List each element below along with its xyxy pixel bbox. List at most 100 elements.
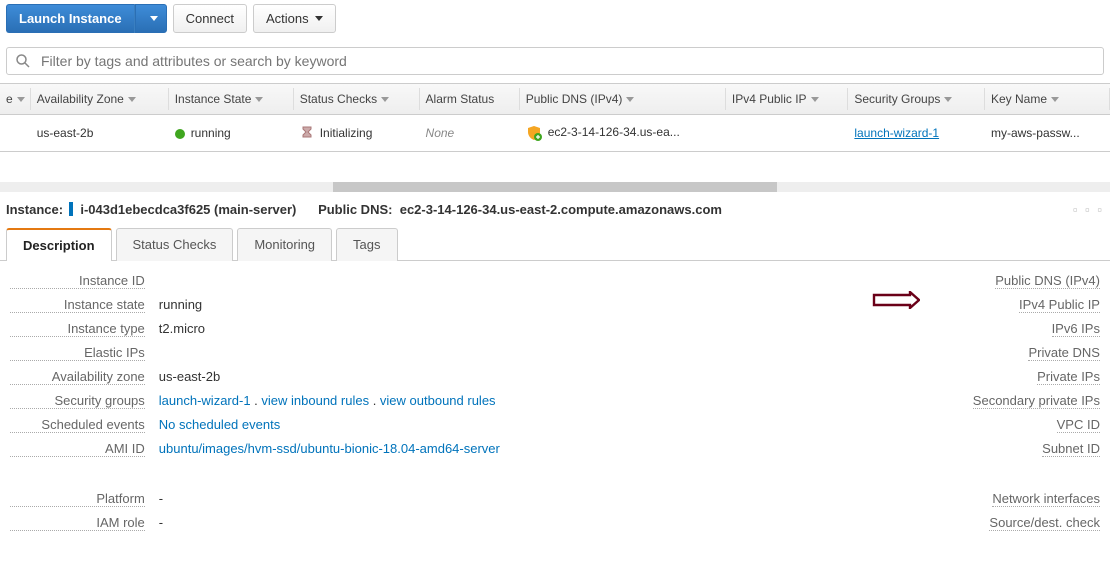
sort-icon bbox=[626, 97, 634, 102]
horizontal-scrollbar[interactable] bbox=[0, 182, 1110, 192]
label-platform: Platform bbox=[10, 491, 145, 507]
tab-status-checks[interactable]: Status Checks bbox=[116, 228, 234, 261]
cell-az: us-east-2b bbox=[31, 115, 169, 152]
cell-status: Initializing bbox=[294, 115, 420, 152]
sort-icon bbox=[17, 97, 25, 102]
cell-text: Initializing bbox=[320, 126, 373, 140]
col-label: Public DNS (IPv4) bbox=[526, 92, 623, 106]
tab-description[interactable]: Description bbox=[6, 228, 112, 261]
connect-button[interactable]: Connect bbox=[173, 4, 247, 33]
col-key-name[interactable]: Key Name bbox=[985, 84, 1110, 115]
cell-ip bbox=[726, 115, 849, 152]
sort-icon bbox=[381, 97, 389, 102]
col-security-groups[interactable]: Security Groups bbox=[848, 84, 985, 115]
actions-label: Actions bbox=[266, 11, 309, 26]
col-partial[interactable]: e bbox=[0, 84, 31, 115]
table-row[interactable]: us-east-2b running Initializing None ec2… bbox=[0, 115, 1110, 152]
label-vpc-id: VPC ID bbox=[1057, 417, 1100, 433]
public-dns-label: Public DNS: bbox=[318, 202, 392, 217]
value-elastic-ips bbox=[159, 345, 532, 361]
col-label: Alarm Status bbox=[426, 92, 495, 106]
sort-icon bbox=[811, 97, 819, 102]
col-instance-state[interactable]: Instance State bbox=[169, 84, 294, 115]
cell-text: None bbox=[426, 126, 455, 140]
col-ipv4-public-ip[interactable]: IPv4 Public IP bbox=[726, 84, 849, 115]
public-dns-value: ec2-3-14-126-34.us-east-2.compute.amazon… bbox=[400, 202, 722, 217]
hourglass-icon bbox=[300, 126, 314, 140]
toolbar: Launch Instance Connect Actions bbox=[0, 0, 1110, 37]
detail-header: Instance: i-043d1ebecdca3f625 (main-serv… bbox=[0, 192, 1110, 227]
col-label: Status Checks bbox=[300, 92, 377, 106]
left-column: Instance ID Instance staterunning Instan… bbox=[10, 273, 531, 531]
value-scheduled-events[interactable]: No scheduled events bbox=[159, 417, 532, 433]
filter-search-bar[interactable] bbox=[6, 47, 1104, 75]
launch-instance-split: Launch Instance bbox=[6, 4, 167, 33]
sort-icon bbox=[128, 97, 136, 102]
selection-indicator-icon bbox=[69, 202, 73, 216]
cell-key: my-aws-passw... bbox=[985, 115, 1110, 152]
col-label: Instance State bbox=[175, 92, 252, 106]
description-panel: Instance ID Instance staterunning Instan… bbox=[0, 261, 1110, 543]
value-instance-type: t2.micro bbox=[159, 321, 532, 337]
label-ipv6-ips: IPv6 IPs bbox=[1052, 321, 1100, 337]
label-scheduled-events: Scheduled events bbox=[10, 417, 145, 433]
sort-icon bbox=[255, 97, 263, 102]
value-instance-state: running bbox=[159, 297, 532, 313]
instance-table: e Availability Zone Instance State Statu… bbox=[0, 84, 1110, 151]
cell-dns: ec2-3-14-126-34.us-ea... bbox=[520, 115, 726, 152]
security-group-link[interactable]: launch-wizard-1 bbox=[159, 393, 251, 408]
col-alarm-status[interactable]: Alarm Status bbox=[420, 84, 520, 115]
value-instance-id bbox=[159, 273, 532, 289]
label-ipv4-public-ip: IPv4 Public IP bbox=[1019, 297, 1100, 313]
launch-label: Launch Instance bbox=[19, 11, 122, 26]
label-network-interfaces: Network interfaces bbox=[992, 491, 1100, 507]
resize-grip-icon[interactable]: ▫ ▫ ▫ bbox=[1073, 202, 1104, 217]
cell-text: running bbox=[191, 126, 231, 140]
chevron-down-icon bbox=[315, 16, 323, 21]
value-platform: - bbox=[159, 491, 532, 507]
label-ami-id: AMI ID bbox=[10, 441, 145, 457]
col-label: e bbox=[6, 92, 13, 106]
launch-instance-button[interactable]: Launch Instance bbox=[6, 4, 135, 33]
col-public-dns[interactable]: Public DNS (IPv4) bbox=[520, 84, 726, 115]
value-iam-role: - bbox=[159, 515, 532, 531]
col-status-checks[interactable]: Status Checks bbox=[294, 84, 420, 115]
view-outbound-rules-link[interactable]: view outbound rules bbox=[380, 393, 496, 408]
cell-sg: launch-wizard-1 bbox=[848, 115, 985, 152]
value-ami-id[interactable]: ubuntu/images/hvm-ssd/ubuntu-bionic-18.0… bbox=[159, 441, 532, 457]
view-inbound-rules-link[interactable]: view inbound rules bbox=[261, 393, 369, 408]
col-label: IPv4 Public IP bbox=[732, 92, 807, 106]
cell-text: ec2-3-14-126-34.us-ea... bbox=[548, 125, 680, 139]
label-instance-state: Instance state bbox=[10, 297, 145, 313]
sort-icon bbox=[1051, 97, 1059, 102]
actions-button[interactable]: Actions bbox=[253, 4, 336, 33]
launch-instance-dropdown[interactable] bbox=[135, 4, 167, 33]
cell-text: my-aws-passw... bbox=[991, 126, 1080, 140]
cell-text: us-east-2b bbox=[37, 126, 94, 140]
scrollbar-thumb[interactable] bbox=[333, 182, 777, 192]
tab-label: Tags bbox=[353, 237, 380, 252]
label-instance-id: Instance ID bbox=[10, 273, 145, 289]
search-input[interactable] bbox=[39, 52, 1095, 70]
label-elastic-ips: Elastic IPs bbox=[10, 345, 145, 361]
instance-id-value: i-043d1ebecdca3f625 (main-server) bbox=[80, 202, 296, 217]
instance-label: Instance: bbox=[6, 202, 63, 217]
shield-plus-icon bbox=[526, 125, 542, 141]
tab-monitoring[interactable]: Monitoring bbox=[237, 228, 332, 261]
label-source-dest-check: Source/dest. check bbox=[989, 515, 1100, 531]
label-subnet-id: Subnet ID bbox=[1042, 441, 1100, 457]
detail-tabs: Description Status Checks Monitoring Tag… bbox=[0, 227, 1110, 261]
sort-icon bbox=[944, 97, 952, 102]
search-icon bbox=[15, 53, 31, 69]
col-label: Security Groups bbox=[854, 92, 940, 106]
right-column: Public DNS (IPv4) IPv4 Public IP IPv6 IP… bbox=[673, 273, 1100, 531]
cell-state: running bbox=[169, 115, 294, 152]
value-security-groups: launch-wizard-1 . view inbound rules . v… bbox=[159, 393, 532, 409]
table-header-row: e Availability Zone Instance State Statu… bbox=[0, 84, 1110, 115]
label-availability-zone: Availability zone bbox=[10, 369, 145, 385]
value-availability-zone: us-east-2b bbox=[159, 369, 532, 385]
tab-tags[interactable]: Tags bbox=[336, 228, 397, 261]
col-availability-zone[interactable]: Availability Zone bbox=[31, 84, 169, 115]
instance-table-wrap: e Availability Zone Instance State Statu… bbox=[0, 83, 1110, 152]
security-group-link[interactable]: launch-wizard-1 bbox=[854, 126, 939, 140]
